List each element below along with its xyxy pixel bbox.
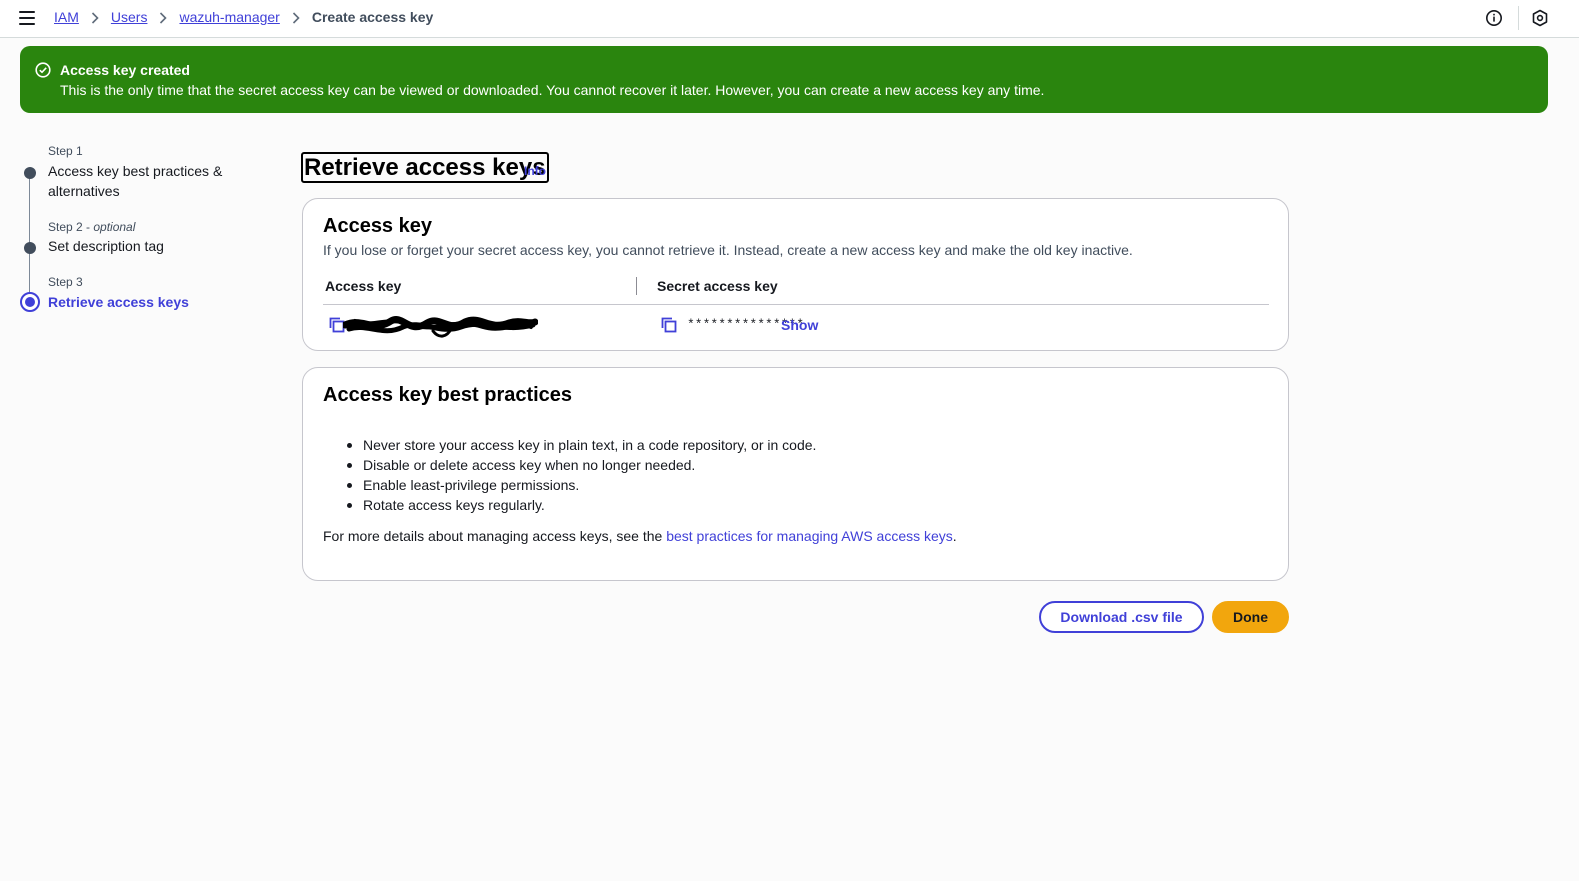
redacted-access-key-scribble [341,311,539,341]
done-button[interactable]: Done [1212,601,1289,633]
chevron-right-icon [147,9,179,25]
breadcrumb-iam[interactable]: IAM [54,9,79,25]
column-separator [636,277,637,295]
copy-secret-key-icon[interactable] [660,316,678,334]
step-1-label[interactable]: Access key best practices & alternatives [48,161,222,201]
download-csv-button[interactable]: Download .csv file [1039,601,1204,633]
toolbar-divider [1518,6,1519,30]
steps-connector-line [29,178,30,300]
secret-key-column-header: Secret access key [657,278,778,294]
step-2-number-text: Step 2 - [48,220,94,234]
access-key-description: If you lose or forget your secret access… [323,242,1133,258]
menu-icon[interactable] [19,11,35,25]
best-practices-container: Access key best practices Never store yo… [302,367,1289,581]
info-link[interactable]: Info [524,164,546,178]
step-1-label-line-2: alternatives [48,183,120,199]
header-divider [323,304,1269,305]
list-item: Never store your access key in plain tex… [343,435,816,455]
step-dot-icon [24,167,36,179]
step-2-number: Step 2 - optional [48,220,135,234]
breadcrumb: IAM Users wazuh-manager Create access ke… [54,9,433,25]
info-icon[interactable] [1485,9,1503,27]
breadcrumb-user[interactable]: wazuh-manager [179,9,279,25]
success-flash-banner: Access key created This is the only time… [20,46,1548,113]
more-prefix: For more details about managing access k… [323,528,667,544]
chevron-right-icon [280,9,312,25]
best-practices-list: Never store your access key in plain tex… [343,435,816,515]
more-suffix: . [952,528,957,544]
security-settings-icon[interactable] [1531,9,1549,27]
top-bar: IAM Users wazuh-manager Create access ke… [0,0,1579,38]
breadcrumb-current: Create access key [311,9,434,25]
access-key-title: Access key [323,215,432,237]
step-active-icon [20,292,40,312]
step-dot-icon [24,242,36,254]
chevron-right-icon [79,9,111,25]
step-1-label-line-1: Access key best practices & [48,163,223,179]
list-item: Disable or delete access key when no lon… [343,455,816,475]
list-item: Enable least-privilege permissions. [343,475,816,495]
page-title: Retrieve access keys [301,152,549,183]
step-1-number: Step 1 [48,144,83,158]
access-key-column-header: Access key [325,278,402,294]
flash-title: Access key created [60,62,190,78]
access-key-container: Access key If you lose or forget your se… [302,198,1289,351]
best-practices-link[interactable]: best practices for managing AWS access k… [666,528,953,544]
list-item: Rotate access keys regularly. [343,495,816,515]
step-2-label[interactable]: Set description tag [48,236,164,256]
flash-message: This is the only time that the secret ac… [60,82,1045,98]
breadcrumb-users[interactable]: Users [111,9,148,25]
step-3-label[interactable]: Retrieve access keys [48,292,189,312]
best-practices-title: Access key best practices [323,384,573,406]
show-secret-key-link[interactable]: Show [781,317,818,333]
best-practices-more-text: For more details about managing access k… [323,528,957,544]
check-circle-icon [35,62,51,78]
step-3-number: Step 3 [48,275,83,289]
step-2-optional: optional [93,220,136,234]
